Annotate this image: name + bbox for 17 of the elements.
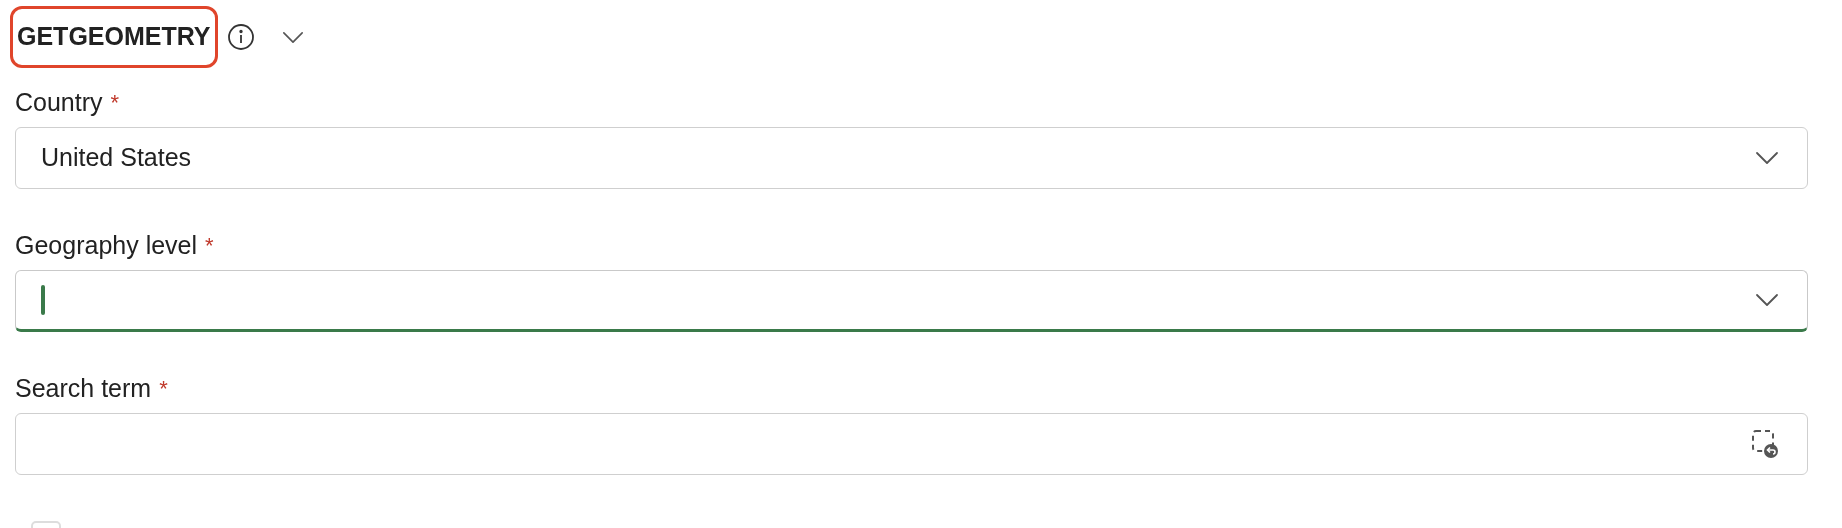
chevron-down-icon	[1755, 151, 1779, 165]
required-mark: *	[159, 378, 168, 400]
selection-undo-icon[interactable]	[1751, 429, 1779, 459]
input-field[interactable]	[15, 413, 1808, 475]
dropdown-field[interactable]: United States	[15, 127, 1808, 189]
field-label: Geography level	[15, 230, 198, 262]
dropdown-field[interactable]	[15, 270, 1808, 332]
required-mark: *	[205, 235, 214, 257]
chevron-down-icon	[281, 30, 304, 44]
info-icon[interactable]	[226, 23, 255, 51]
field-value: United States	[41, 142, 192, 174]
function-title: GETGEOMETRY	[10, 6, 218, 68]
text-cursor	[41, 285, 45, 315]
field-label: Country	[15, 87, 103, 119]
required-mark: *	[110, 92, 120, 114]
field-label: Search term	[15, 373, 152, 405]
chevron-down-icon	[1755, 293, 1779, 307]
